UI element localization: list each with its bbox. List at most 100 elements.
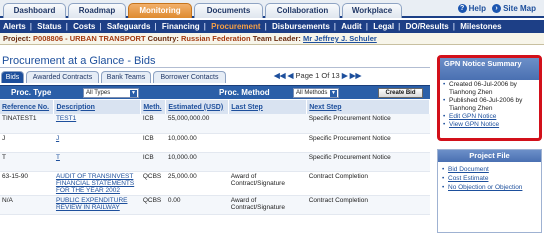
last-step-cell <box>228 133 307 153</box>
subnav-costs[interactable]: Costs <box>73 20 95 33</box>
project-file-title: Project File <box>438 150 541 162</box>
estimated-cell: 55,000,000.00 <box>165 114 229 134</box>
gpn-notice-summary-panel: GPN Notice Summary Created 06-Jul-2006 b… <box>437 55 542 141</box>
chevron-down-icon: ▼ <box>330 90 337 97</box>
cost-estimate-link[interactable]: Cost Estimate <box>448 175 488 182</box>
next-step-cell: Specific Procurement Notice <box>306 152 430 172</box>
subnav-do-results[interactable]: DO/Results <box>406 20 449 33</box>
bids-table: Reference No. Description Meth. Estimate… <box>0 100 430 215</box>
team-leader-link[interactable]: Mr Jeffrey J. Schuler <box>303 34 377 43</box>
last-step-cell: Award of Contract/Signature <box>228 171 307 196</box>
method-cell: ICB <box>140 133 166 153</box>
tab-documents[interactable]: Documents <box>194 3 263 18</box>
estimated-cell: 10,000.00 <box>165 133 229 153</box>
procurement-method-label: Proc. Method <box>219 88 270 97</box>
method-cell: ICB <box>140 114 166 134</box>
method-cell: QCBS <box>140 195 166 215</box>
last-step-cell <box>228 152 307 172</box>
column-header-description[interactable]: Description <box>53 100 142 114</box>
table-row: N/A PUBLIC EXPENDITURE REVIEW IN RAILWAY… <box>0 195 430 215</box>
filter-bar: Proc. Type All Types ▼ Proc. Method All M… <box>0 85 430 99</box>
next-page-icon[interactable]: ▶ <box>342 71 348 80</box>
tab-monitoring[interactable]: Monitoring <box>128 3 192 18</box>
reference-cell: TINATEST1 <box>0 114 54 134</box>
last-page-icon[interactable]: ▶▶ <box>350 71 362 80</box>
site-map-icon: › <box>492 4 502 13</box>
tab-roadmap[interactable]: Roadmap <box>68 3 126 18</box>
subnav-milestones[interactable]: Milestones <box>460 20 501 33</box>
estimated-cell: 25,000.00 <box>165 171 229 196</box>
procurement-tabs: Bids Awarded Contracts Bank Teams Borrow… <box>0 71 430 84</box>
subnav-audit[interactable]: Audit <box>341 20 361 33</box>
page-indicator: Page 1 Of 13 <box>295 71 340 80</box>
main-tabs: Dashboard Roadmap Monitoring Documents C… <box>0 0 544 18</box>
tab-borrower-contacts[interactable]: Borrower Contacts <box>153 71 226 83</box>
subnav-procurement[interactable]: Procurement <box>211 20 260 33</box>
page-title: Procurement at a Glance - Bids <box>2 55 156 67</box>
help-icon: ? <box>457 4 467 13</box>
tab-dashboard[interactable]: Dashboard <box>3 3 66 18</box>
subnav-disbursements[interactable]: Disbursements <box>272 20 330 33</box>
project-info-bar: Project: P008806 - URBAN TRANSPORT Count… <box>0 33 544 45</box>
table-row: J J ICB 10,000.00 Specific Procurement N… <box>0 133 430 153</box>
table-row: TINATEST1 TEST1 ICB 55,000,000.00 Specif… <box>0 114 430 134</box>
tab-bids[interactable]: Bids <box>1 71 24 83</box>
column-header-last-step[interactable]: Last Step <box>228 100 308 114</box>
sub-navigation: Alerts | Status | Costs | Safeguards | Finan… <box>0 20 544 33</box>
reference-cell: J <box>0 133 54 153</box>
next-step-cell: Specific Procurement Notice <box>306 114 430 134</box>
estimated-cell: 10,000.00 <box>165 152 229 172</box>
subnav-status[interactable]: Status <box>37 20 61 33</box>
title-divider <box>0 67 430 68</box>
method-cell: ICB <box>140 152 166 172</box>
last-step-cell <box>228 114 307 134</box>
tab-awarded-contracts[interactable]: Awarded Contracts <box>26 71 99 83</box>
description-link[interactable]: T <box>56 154 60 161</box>
subnav-legal[interactable]: Legal <box>373 20 394 33</box>
description-link[interactable]: PUBLIC EXPENDITURE REVIEW IN RAILWAY <box>56 197 128 211</box>
procurement-method-select[interactable]: All Methods ▼ <box>293 88 339 98</box>
description-link[interactable]: TEST1 <box>56 115 76 122</box>
table-row: T T ICB 10,000.00 Specific Procurement N… <box>0 152 430 172</box>
column-header-estimated[interactable]: Estimated (USD) <box>165 100 230 114</box>
subnav-financing[interactable]: Financing <box>162 20 200 33</box>
description-link[interactable]: AUDIT OF TRANSINVEST FINANCIAL STATEMENT… <box>56 173 134 194</box>
view-gpn-notice-link[interactable]: View GPN Notice <box>449 121 499 128</box>
procurement-type-select[interactable]: All Types ▼ <box>83 88 139 98</box>
column-header-reference[interactable]: Reference No. <box>0 100 55 114</box>
chevron-down-icon: ▼ <box>130 90 137 97</box>
table-row: 63-15-90 AUDIT OF TRANSINVEST FINANCIAL … <box>0 171 430 196</box>
last-step-cell: Award of Contract/Signature <box>228 195 307 215</box>
reference-cell: T <box>0 152 54 172</box>
site-map-link[interactable]: › Site Map <box>492 4 536 13</box>
method-cell: QCBS <box>140 171 166 196</box>
procurement-type-label: Proc. Type <box>11 88 52 97</box>
project-file-panel: Project File Bid Document Cost Estimate … <box>437 149 542 233</box>
tab-workplace[interactable]: Workplace <box>342 3 402 18</box>
next-step-cell: Contract Completion <box>306 195 430 215</box>
subnav-safeguards[interactable]: Safeguards <box>107 20 151 33</box>
edit-gpn-notice-link[interactable]: Edit GPN Notice <box>449 113 496 120</box>
previous-page-icon[interactable]: ◀ <box>288 71 294 80</box>
subnav-alerts[interactable]: Alerts <box>3 20 26 33</box>
next-step-cell: Specific Procurement Notice <box>306 133 430 153</box>
estimated-cell: 0.00 <box>165 195 229 215</box>
column-header-method[interactable]: Meth. <box>140 100 167 114</box>
bid-document-link[interactable]: Bid Document <box>448 166 489 173</box>
reference-cell: 63-15-90 <box>0 171 54 196</box>
create-bid-button[interactable]: Create Bid <box>378 88 423 98</box>
pagination: ◀◀ ◀ Page 1 Of 13 ▶ ▶▶ <box>274 71 361 80</box>
column-header-next-step[interactable]: Next Step <box>306 100 430 114</box>
reference-cell: N/A <box>0 195 54 215</box>
help-link[interactable]: ? Help <box>457 4 486 13</box>
gpn-notice-summary-title: GPN Notice Summary <box>440 58 539 80</box>
first-page-icon[interactable]: ◀◀ <box>274 71 286 80</box>
no-objection-link[interactable]: No Objection or Objection <box>448 184 522 191</box>
next-step-cell: Contract Completion <box>306 171 430 196</box>
gpn-published-info: Published 06-Jul-2006 by Tianhong Zhen <box>443 97 536 113</box>
tab-bank-teams[interactable]: Bank Teams <box>101 71 151 83</box>
app-window: Dashboard Roadmap Monitoring Documents C… <box>0 0 544 247</box>
gpn-created-info: Created 06-Jul-2006 by Tianhong Zhen <box>443 81 536 97</box>
tab-collaboration[interactable]: Collaboration <box>265 3 340 18</box>
description-link[interactable]: J <box>56 135 59 142</box>
